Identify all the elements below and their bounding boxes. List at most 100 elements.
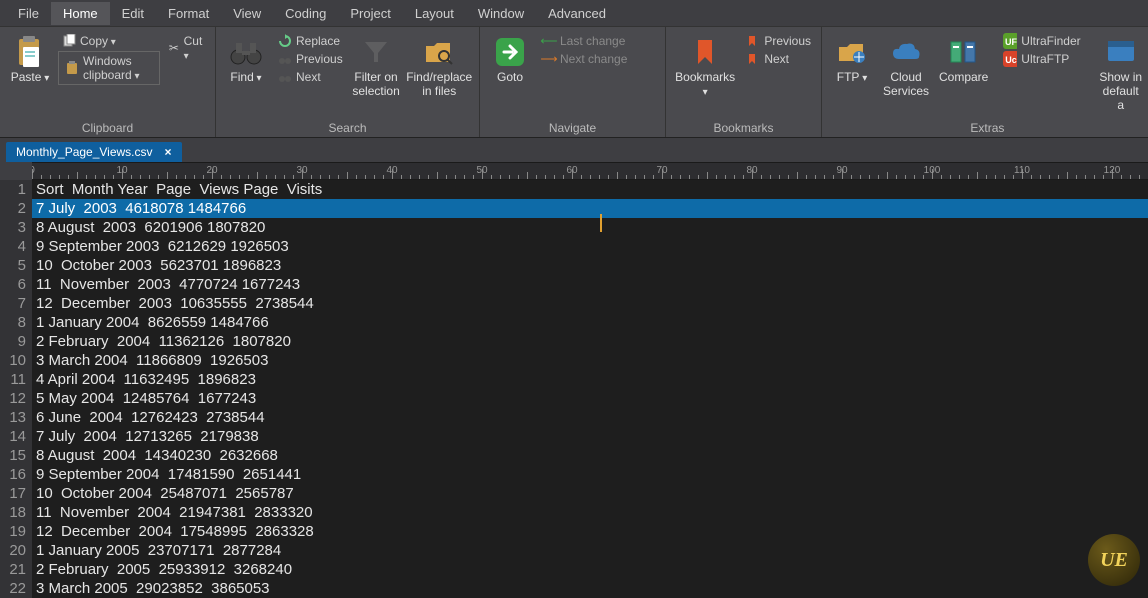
- line-number: 21: [4, 560, 26, 579]
- find-label: Find: [230, 71, 261, 85]
- line-number: 19: [4, 522, 26, 541]
- document-tab[interactable]: Monthly_Page_Views.csv ×: [6, 142, 182, 162]
- group-label-extras: Extras: [828, 119, 1147, 137]
- code-line[interactable]: 7 July 2003 4618078 1484766: [32, 199, 1148, 218]
- code-line[interactable]: 10 October 2004 25487071 2565787: [32, 484, 1148, 503]
- menu-item-view[interactable]: View: [221, 2, 273, 25]
- ftp-button[interactable]: FTP: [828, 31, 876, 89]
- clipboard-icon: [65, 61, 79, 75]
- ribbon-group-clipboard: Paste Copy Windows clipboard ✂ Cut Clipb: [0, 27, 216, 137]
- code-line[interactable]: 10 October 2003 5623701 1896823: [32, 256, 1148, 275]
- find-in-files-button[interactable]: Find/replace in files: [405, 31, 473, 103]
- replace-button[interactable]: Replace: [274, 33, 347, 49]
- code-line[interactable]: 7 July 2004 12713265 2179838: [32, 427, 1148, 446]
- code-line[interactable]: 3 March 2004 11866809 1926503: [32, 351, 1148, 370]
- show-in-default-button[interactable]: Show in default a: [1095, 31, 1147, 116]
- bookmark-next-button[interactable]: Next: [742, 51, 815, 67]
- line-number: 6: [4, 275, 26, 294]
- search-previous-button[interactable]: Previous: [274, 51, 347, 67]
- copy-icon: [62, 34, 76, 48]
- svg-text:Uc: Uc: [1006, 55, 1018, 65]
- code-line[interactable]: 1 January 2004 8626559 1484766: [32, 313, 1148, 332]
- code-line[interactable]: 2 February 2005 25933912 3268240: [32, 560, 1148, 579]
- paste-label: Paste: [11, 71, 50, 85]
- cloud-services-button[interactable]: Cloud Services: [880, 31, 932, 103]
- ribbon-group-navigate: Goto ⟵Last change ⟶Next change Navigate: [480, 27, 666, 137]
- menu-item-project[interactable]: Project: [338, 2, 402, 25]
- search-next-button[interactable]: Next: [274, 69, 347, 85]
- cut-button[interactable]: ✂ Cut: [164, 33, 209, 63]
- code-line[interactable]: 11 November 2003 4770724 1677243: [32, 275, 1148, 294]
- bookmark-previous-button[interactable]: Previous: [742, 33, 815, 49]
- goto-label: Goto: [497, 71, 523, 85]
- bookmarks-label: Bookmarks: [675, 71, 735, 99]
- ribbon-group-search: Find Replace Previous Next Filter on sel…: [216, 27, 480, 137]
- menu-item-home[interactable]: Home: [51, 2, 110, 25]
- code-line[interactable]: 9 September 2003 6212629 1926503: [32, 237, 1148, 256]
- replace-icon: [278, 34, 292, 48]
- menu-item-layout[interactable]: Layout: [403, 2, 466, 25]
- menu-item-file[interactable]: File: [6, 2, 51, 25]
- ftp-folder-icon: [835, 35, 869, 69]
- line-number: 11: [4, 370, 26, 389]
- line-number: 2: [4, 199, 26, 218]
- code-line[interactable]: 9 September 2004 17481590 2651441: [32, 465, 1148, 484]
- paste-button[interactable]: Paste: [6, 31, 54, 89]
- line-number: 17: [4, 484, 26, 503]
- code-line[interactable]: 6 June 2004 12762423 2738544: [32, 408, 1148, 427]
- filter-label: Filter on selection: [352, 71, 399, 99]
- tab-close-icon[interactable]: ×: [163, 145, 174, 159]
- windows-clipboard-button[interactable]: Windows clipboard: [58, 51, 160, 85]
- line-number: 22: [4, 579, 26, 598]
- ultraedit-logo: UE: [1088, 534, 1140, 586]
- goto-button[interactable]: Goto: [486, 31, 534, 89]
- code-line[interactable]: 1 January 2005 23707171 2877284: [32, 541, 1148, 560]
- bookmark-prev-icon: [746, 34, 760, 48]
- group-label-search: Search: [222, 119, 473, 137]
- filter-on-selection-button[interactable]: Filter on selection: [351, 31, 402, 103]
- ultrafinder-button[interactable]: UFUltraFinder: [999, 33, 1084, 49]
- folder-search-icon: [422, 35, 456, 69]
- menu-item-format[interactable]: Format: [156, 2, 221, 25]
- menu-item-window[interactable]: Window: [466, 2, 536, 25]
- next-change-button[interactable]: ⟶Next change: [538, 51, 631, 67]
- uf-icon: UF: [1003, 34, 1017, 48]
- text-editor[interactable]: 12345678910111213141516171819202122 Sort…: [0, 180, 1148, 598]
- code-line[interactable]: 3 March 2005 29023852 3865053: [32, 579, 1148, 598]
- copy-button[interactable]: Copy: [58, 33, 160, 49]
- code-line[interactable]: Sort Month Year Page Views Page Visits: [32, 180, 1148, 199]
- code-line[interactable]: 4 April 2004 11632495 1896823: [32, 370, 1148, 389]
- code-line[interactable]: 12 December 2003 10635555 2738544: [32, 294, 1148, 313]
- find-button[interactable]: Find: [222, 31, 270, 89]
- code-line[interactable]: 8 August 2003 6201906 1807820: [32, 218, 1148, 237]
- last-change-button[interactable]: ⟵Last change: [538, 33, 631, 49]
- group-label-bookmarks: Bookmarks: [672, 119, 815, 137]
- bookmarks-button[interactable]: Bookmarks: [672, 31, 738, 103]
- compare-icon: [947, 35, 981, 69]
- menu-item-edit[interactable]: Edit: [110, 2, 156, 25]
- ultraftp-button[interactable]: UcUltraFTP: [999, 51, 1084, 67]
- paste-icon: [13, 35, 47, 69]
- code-area[interactable]: Sort Month Year Page Views Page Visits7 …: [32, 180, 1148, 598]
- ftp-label: FTP: [837, 71, 867, 85]
- ribbon: Paste Copy Windows clipboard ✂ Cut Clipb: [0, 26, 1148, 138]
- code-line[interactable]: 2 February 2004 11362126 1807820: [32, 332, 1148, 351]
- code-line[interactable]: 12 December 2004 17548995 2863328: [32, 522, 1148, 541]
- line-number: 1: [4, 180, 26, 199]
- menu-item-advanced[interactable]: Advanced: [536, 2, 618, 25]
- code-line[interactable]: 5 May 2004 12485764 1677243: [32, 389, 1148, 408]
- code-line[interactable]: 8 August 2004 14340230 2632668: [32, 446, 1148, 465]
- binoculars-icon: [229, 35, 263, 69]
- showin-label: Show in default a: [1099, 71, 1143, 112]
- menu-item-coding[interactable]: Coding: [273, 2, 338, 25]
- goto-icon: [493, 35, 527, 69]
- line-number: 18: [4, 503, 26, 522]
- code-line[interactable]: 11 November 2004 21947381 2833320: [32, 503, 1148, 522]
- compare-button[interactable]: Compare: [936, 31, 991, 89]
- arrow-right-icon: ⟶: [542, 52, 556, 66]
- uftp-icon: Uc: [1003, 52, 1017, 66]
- line-number: 4: [4, 237, 26, 256]
- ribbon-group-bookmarks: Bookmarks Previous Next Bookmarks: [666, 27, 822, 137]
- binoc-prev-icon: [278, 52, 292, 66]
- line-number: 13: [4, 408, 26, 427]
